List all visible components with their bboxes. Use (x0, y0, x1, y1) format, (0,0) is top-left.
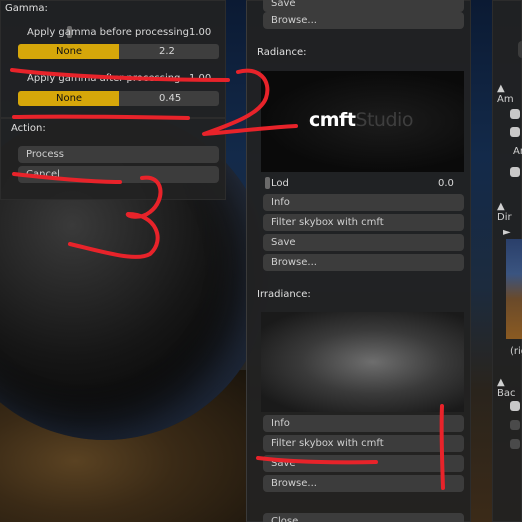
background-header-label: Bac (497, 388, 516, 399)
gamma-before-select-value: 2.2 (159, 46, 175, 57)
radiance-save-button[interactable]: Save (263, 234, 464, 251)
cancel-button[interactable]: Cancel (18, 166, 219, 183)
ambient-checkbox-3[interactable] (510, 167, 520, 177)
collapse-arrow-icon: ▲ (497, 201, 505, 212)
background-checkbox-3[interactable] (510, 439, 520, 449)
skybox-thumbnail (506, 239, 522, 339)
gamma-title: Gamma: (5, 3, 48, 14)
irradiance-title: Irradiance: (257, 289, 311, 300)
top-browse-button[interactable]: Browse... (263, 12, 464, 29)
background-checkbox-2[interactable] (510, 420, 520, 430)
background-checkbox-1[interactable] (510, 401, 520, 411)
thumbnail-caption: (rig (510, 346, 522, 357)
lod-value: 0.0 (438, 178, 454, 189)
radiance-preview: cmftStudio (261, 71, 464, 172)
ambient-checkbox-1[interactable] (510, 109, 520, 119)
directional-header[interactable]: ▲ Dir (497, 201, 521, 223)
irradiance-preview (261, 312, 464, 412)
gamma-panel: Gamma: Apply gamma before processing 1.0… (0, 0, 226, 118)
background-header[interactable]: ▲ Bac (497, 377, 521, 399)
radiance-info-button[interactable]: Info (263, 194, 464, 211)
logo-cmft-text: cmft (309, 109, 356, 131)
lod-handle[interactable] (265, 177, 270, 189)
gamma-before-select[interactable]: None 2.2 (18, 44, 219, 59)
ambient-item-label: Am (513, 146, 522, 157)
action-title: Action: (11, 123, 46, 134)
ambient-checkbox-2[interactable] (510, 127, 520, 137)
irradiance-save-button[interactable]: Save (263, 455, 464, 472)
close-button[interactable]: Close (263, 513, 464, 522)
logo-studio-text: Studio (355, 109, 413, 131)
radiance-browse-button[interactable]: Browse... (263, 254, 464, 271)
action-panel: Action: Process Cancel (0, 118, 226, 200)
ambient-header[interactable]: ▲ Am (497, 83, 521, 105)
radiance-title: Radiance: (257, 47, 307, 58)
lod-label: Lod (271, 178, 289, 189)
process-button[interactable]: Process (18, 146, 219, 163)
gamma-after-label: Apply gamma after processing (27, 73, 181, 84)
skybox-panel: Save Browse... Radiance: cmftStudio Lod … (246, 0, 471, 522)
gamma-after-select-label: None (56, 93, 83, 104)
top-save-button[interactable]: Save (263, 0, 464, 12)
gamma-before-value: 1.00 (189, 27, 212, 38)
irradiance-info-button[interactable]: Info (263, 415, 464, 432)
collapse-arrow-icon: ▲ (497, 83, 505, 94)
cmft-studio-logo: cmftStudio (309, 109, 413, 131)
gamma-after-value: 1.00 (189, 73, 212, 84)
irradiance-filter-button[interactable]: Filter skybox with cmft (263, 435, 464, 452)
gamma-before-label: Apply gamma before processing (27, 27, 189, 38)
right-panel: ▲ Am Am ▲ Dir ► (rig ▲ Bac (492, 0, 522, 522)
play-arrow-icon[interactable]: ► (503, 227, 511, 238)
gamma-after-select[interactable]: None 0.45 (18, 91, 219, 106)
radiance-filter-button[interactable]: Filter skybox with cmft (263, 214, 464, 231)
irradiance-browse-button[interactable]: Browse... (263, 475, 464, 492)
right-top-button[interactable] (518, 41, 522, 58)
gamma-after-select-value: 0.45 (159, 93, 182, 104)
collapse-arrow-icon: ▲ (497, 377, 505, 388)
ambient-header-label: Am (497, 94, 514, 105)
gamma-before-select-label: None (56, 46, 83, 57)
directional-header-label: Dir (497, 212, 512, 223)
